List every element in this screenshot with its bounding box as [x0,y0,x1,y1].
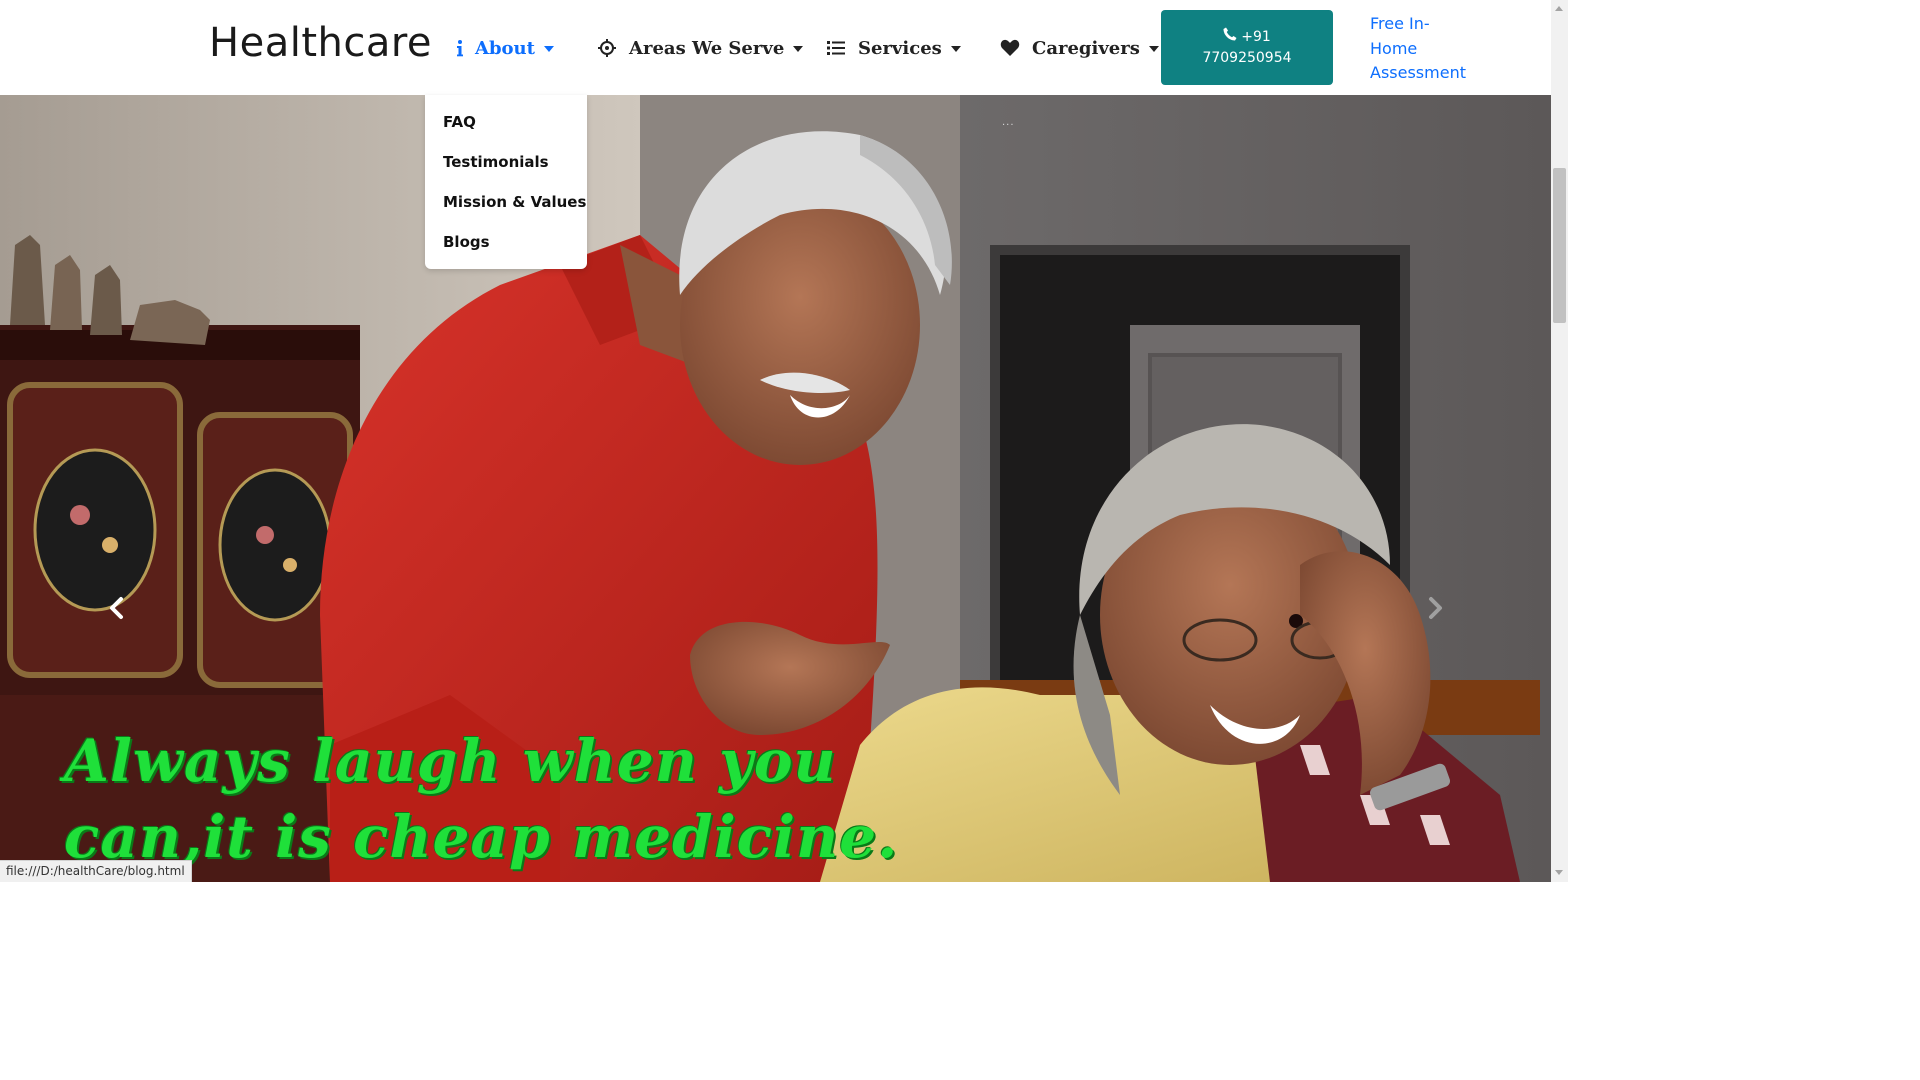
scroll-down-arrow-icon[interactable] [1555,870,1563,875]
nav-about[interactable]: About [455,34,554,62]
dropdown-item-mission-values[interactable]: Mission & Values [443,193,586,211]
nav-caregivers[interactable]: Caregivers [1000,34,1159,62]
hero-carousel: ... Always laugh when you can,it is chea… [0,95,1551,882]
nav-areas-we-serve[interactable]: Areas We Serve [597,34,804,62]
nav-services-label: Services [858,37,942,59]
heart-icon [1000,38,1020,58]
page: Healthcare About Areas We Serve Services… [0,0,1568,882]
brand-logo[interactable]: Healthcare [209,20,432,66]
nav-caregivers-label: Caregivers [1032,37,1140,59]
dropdown-item-faq[interactable]: FAQ [443,113,476,131]
hero-caption: Always laugh when you can,it is cheap me… [64,723,964,875]
list-icon [826,38,846,58]
hero-caption-line-1: Always laugh when you [64,727,837,795]
hero-caption-line-2: can,it is cheap medicine. [64,803,899,871]
chevron-down-icon [1148,46,1159,52]
scrollbar-thumb[interactable] [1553,168,1566,323]
call-button-number: 7709250954 [1202,49,1292,66]
call-button[interactable]: +91 7709250954 [1161,10,1333,85]
chevron-left-icon [110,597,123,619]
phone-icon [1223,27,1237,48]
nav-about-label: About [475,37,535,59]
nav-areas-label: Areas We Serve [629,37,785,59]
chevron-right-icon [1429,597,1442,619]
assessment-line-2: Home [1370,38,1418,58]
info-icon [455,38,465,58]
crosshairs-icon [597,38,617,58]
carousel-prev-button[interactable] [102,593,132,623]
dropdown-item-testimonials[interactable]: Testimonials [443,153,549,171]
call-button-code: +91 [1241,28,1271,45]
browser-status-bar: file:///D:/healthCare/blog.html [0,860,192,882]
free-assessment-link[interactable]: Free In- Home Assessment [1370,12,1480,86]
chevron-down-icon [543,46,554,52]
about-dropdown-menu: FAQ Testimonials Mission & Values Blogs [425,95,587,269]
vertical-scrollbar[interactable] [1551,0,1568,882]
chevron-down-icon [793,46,804,52]
carousel-next-button[interactable] [1420,593,1450,623]
dropdown-item-blogs[interactable]: Blogs [443,233,490,251]
carousel-indicator[interactable]: ... [1002,117,1015,128]
chevron-down-icon [950,46,961,52]
scroll-up-arrow-icon[interactable] [1555,6,1563,11]
assessment-line-3: Assessment [1370,63,1466,82]
nav-services[interactable]: Services [826,34,961,62]
navbar: Healthcare About Areas We Serve Services… [0,0,1551,95]
assessment-line-1: Free In- [1370,14,1430,33]
